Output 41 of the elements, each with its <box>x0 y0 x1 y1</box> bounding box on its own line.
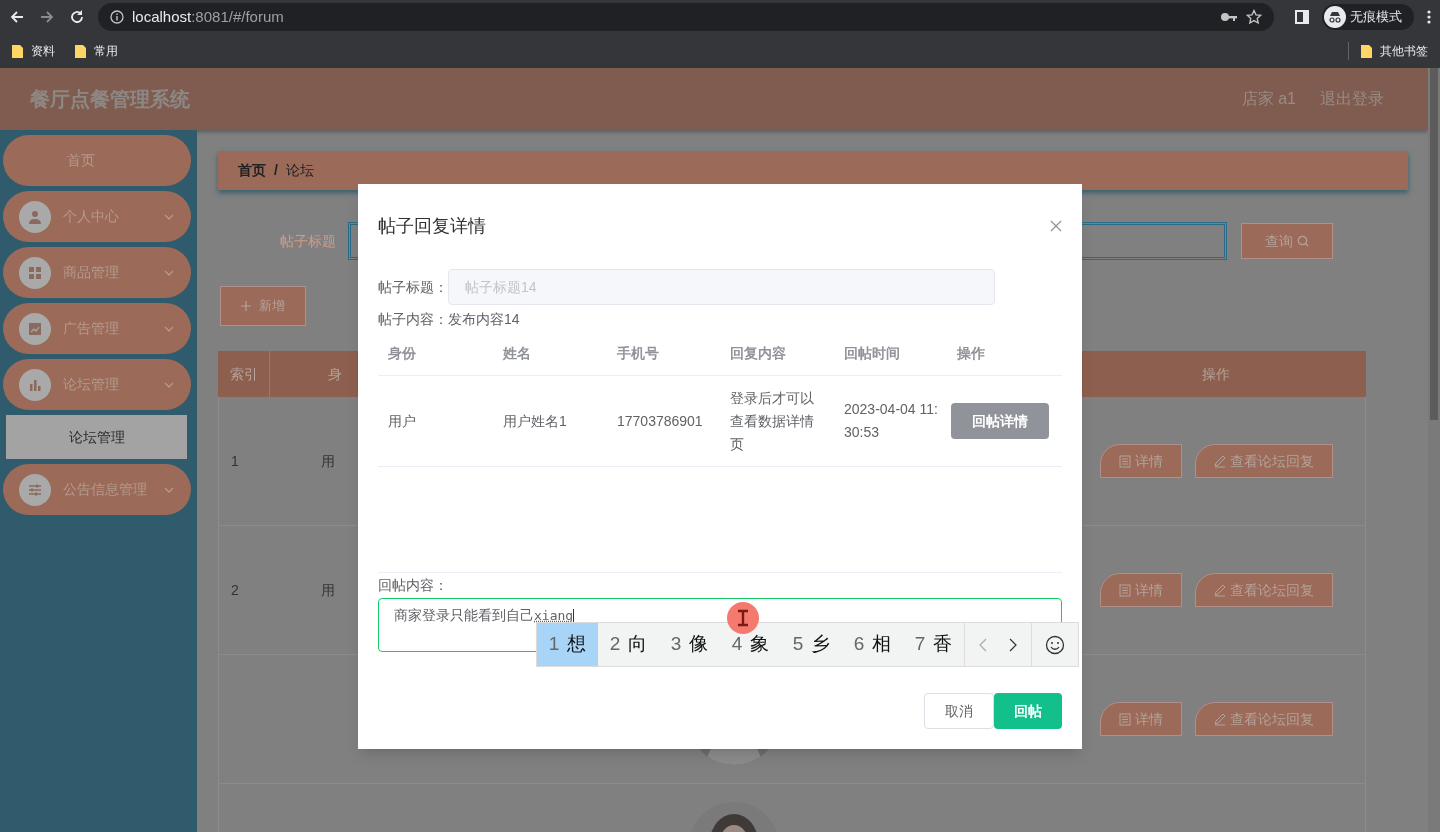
post-content: 发布内容14 <box>448 309 520 329</box>
field-label: 帖子内容： <box>378 309 448 329</box>
table-cell-text: 用户姓名1 <box>502 411 568 431</box>
breadcrumb-separator: / <box>274 161 278 180</box>
breadcrumb-item: 论坛 <box>285 161 314 180</box>
field-label: 回帖内容： <box>378 576 449 595</box>
table-cell-text: 用 <box>321 451 335 471</box>
table-cell-text: 登录后才可以查看数据详情页 <box>729 388 815 454</box>
candidate-number: 7 <box>914 632 926 657</box>
candidate-text: 象 <box>750 632 770 657</box>
field-label: 帖子标题： <box>378 277 448 297</box>
column-header: 手机号 <box>616 343 660 363</box>
candidate-text: 香 <box>933 632 953 657</box>
column-header: 索引 <box>218 351 270 397</box>
dialog-title: 帖子回复详情 <box>378 214 486 238</box>
table-cell-text: 用 <box>321 580 335 600</box>
table-cell-text: 用户 <box>387 411 417 431</box>
candidate-number: 3 <box>670 632 682 657</box>
table-cell-text: 2023-04-04 11:30:53 <box>843 400 939 442</box>
column-header: 操作 <box>956 343 986 363</box>
candidate-text: 想 <box>567 632 587 657</box>
table-cell-text: 17703786901 <box>616 411 704 431</box>
column-header: 操作 <box>1200 364 1231 384</box>
candidate-text: 相 <box>872 632 892 657</box>
column-header: 身份 <box>387 343 417 363</box>
column-header: 回复内容 <box>729 343 787 363</box>
search-label: 帖子标题 <box>279 231 337 251</box>
candidate-number: 4 <box>731 632 743 657</box>
candidate-number: 6 <box>853 632 865 657</box>
candidate-text: 向 <box>628 632 648 657</box>
column-header: 身 <box>328 364 342 384</box>
column-header: 姓名 <box>502 343 532 363</box>
candidate-number: 1 <box>548 632 560 657</box>
table-cell-text: 2 <box>231 580 239 600</box>
column-header: 回帖时间 <box>843 343 901 363</box>
candidate-number: 2 <box>609 632 621 657</box>
candidate-number: 5 <box>792 632 804 657</box>
table-cell-text: 1 <box>231 451 239 471</box>
candidate-text: 像 <box>689 632 709 657</box>
url-text: localhost:8081/#/forum <box>132 6 284 27</box>
candidate-text: 乡 <box>811 632 831 657</box>
